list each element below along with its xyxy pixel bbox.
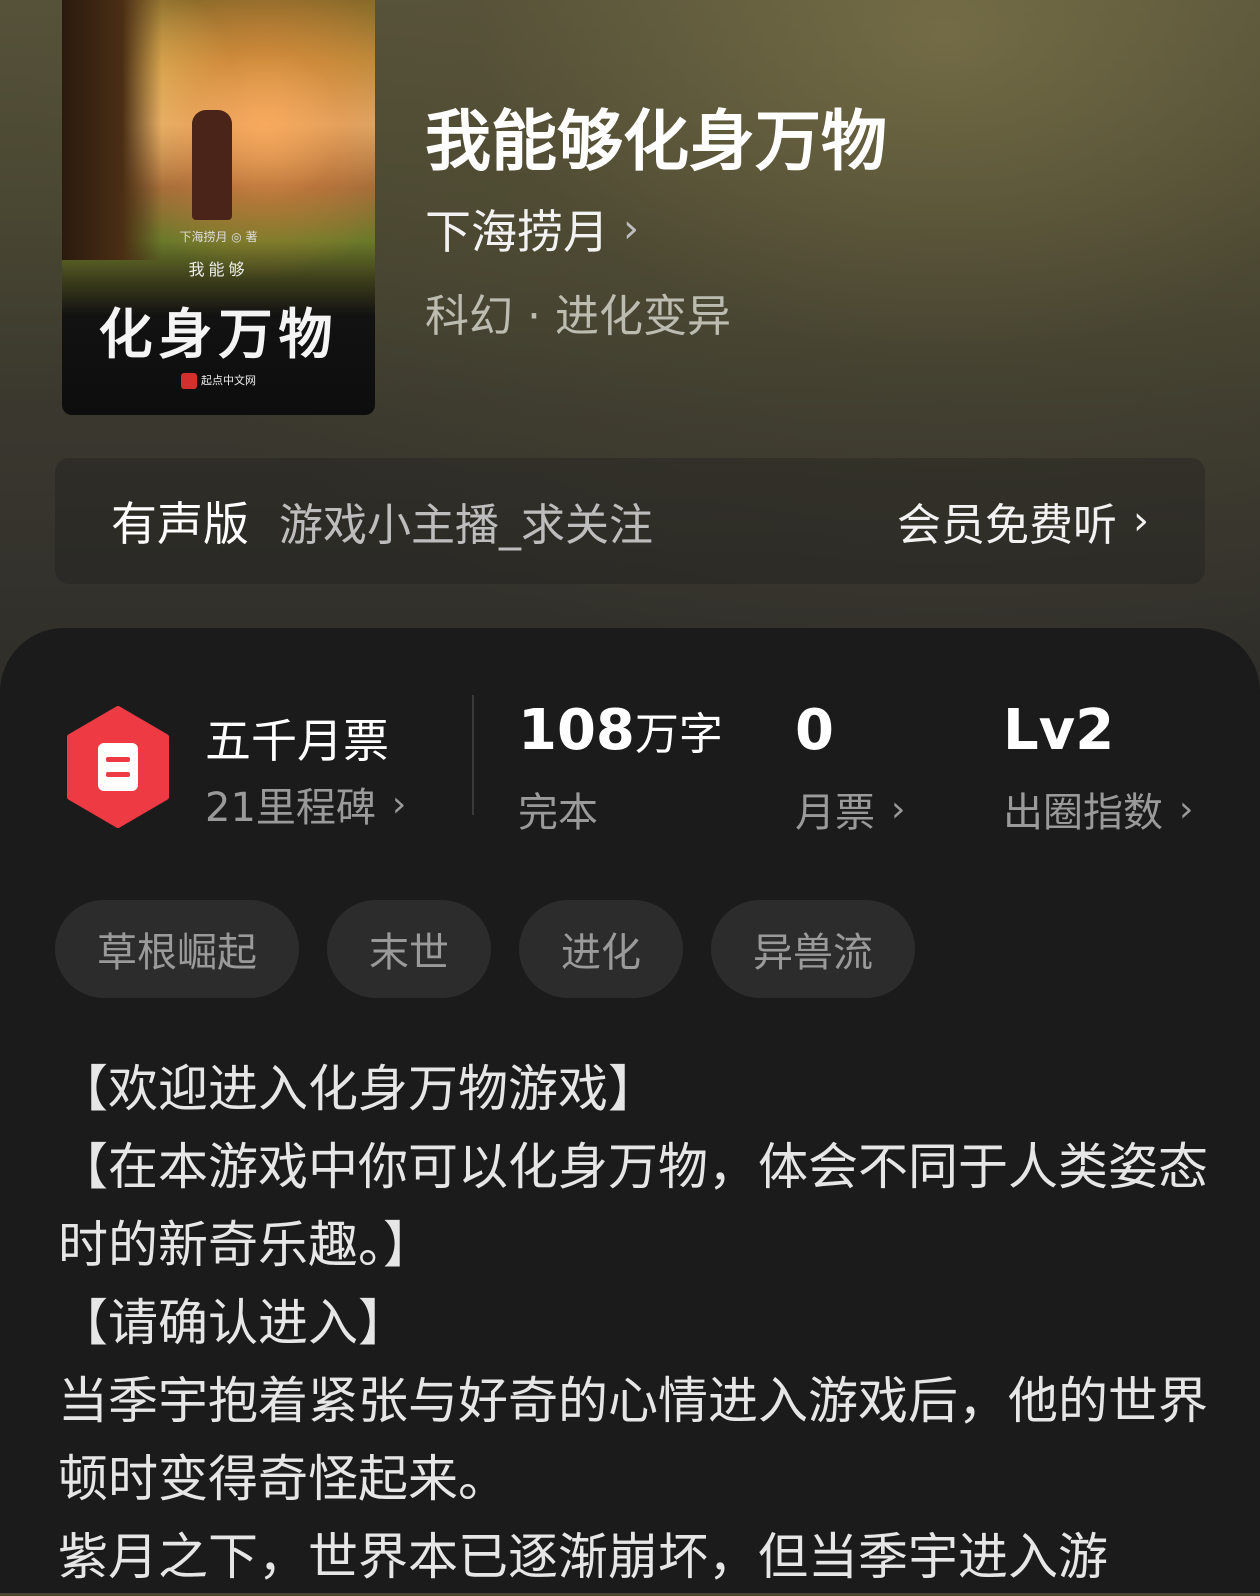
word-count: 108万字 bbox=[518, 698, 723, 763]
synopsis-line: 紫月之下，世界本已逐渐崩坏，但当季宇进入游 bbox=[58, 1528, 1108, 1586]
author-name: 下海捞月 bbox=[425, 205, 609, 259]
tag-chip[interactable]: 异兽流 bbox=[711, 900, 915, 998]
book-synopsis[interactable]: 【欢迎进入化身万物游戏】 【在本游戏中你可以化身万物，体会不同于人类姿态时的新奇… bbox=[58, 1050, 1208, 1596]
monthly-ticket-number: 0 bbox=[795, 698, 834, 763]
milestone-label: 21里程碑 bbox=[205, 785, 376, 831]
completion-status: 完本 bbox=[518, 790, 598, 836]
cover-small-title: 我能够 bbox=[188, 260, 249, 279]
popularity-index-link[interactable]: 出圈指数 › bbox=[1003, 780, 1193, 838]
listen-free-label: 会员免费听 bbox=[897, 500, 1117, 551]
tag-chip[interactable]: 草根崛起 bbox=[55, 900, 299, 998]
book-title: 我能够化身万物 bbox=[425, 102, 887, 180]
book-cover[interactable]: 下海捞月 ◎ 著 我能够 化身万物 起点中文网 bbox=[62, 0, 375, 415]
publisher-logo-icon bbox=[181, 373, 197, 389]
chevron-right-icon: › bbox=[1179, 788, 1194, 830]
ticket-title: 五千月票 bbox=[205, 714, 389, 768]
author-link[interactable]: 下海捞月 › bbox=[425, 196, 639, 262]
chevron-right-icon: › bbox=[891, 788, 906, 830]
audio-narrator: 游戏小主播_求关注 bbox=[279, 500, 653, 551]
tag-list: 草根崛起 末世 进化 异兽流 bbox=[55, 900, 915, 998]
cover-publisher: 起点中文网 bbox=[62, 372, 375, 389]
cover-publisher-name: 起点中文网 bbox=[201, 374, 256, 387]
cover-figure bbox=[192, 110, 232, 220]
word-count-unit: 万字 bbox=[634, 709, 723, 760]
synopsis-line: 【在本游戏中你可以化身万物，体会不同于人类姿态时的新奇乐趣。】 bbox=[58, 1138, 1208, 1274]
audio-label: 有声版 bbox=[111, 497, 249, 551]
chevron-right-icon: › bbox=[623, 206, 639, 252]
tag-chip[interactable]: 末世 bbox=[327, 900, 491, 998]
popularity-level-value: Lv2 bbox=[1003, 698, 1115, 763]
popularity-level: Lv2 bbox=[1003, 698, 1114, 763]
popularity-index-label: 出圈指数 bbox=[1003, 790, 1163, 836]
cover-author-line: 下海捞月 ◎ 著 bbox=[179, 230, 258, 244]
word-count-number: 108 bbox=[518, 698, 635, 763]
chevron-right-icon: › bbox=[1133, 498, 1149, 544]
listen-free-button[interactable]: 会员免费听 › bbox=[897, 489, 1149, 553]
synopsis-line: 当季宇抱着紧张与好奇的心情进入游戏后，他的世界顿时变得奇怪起来。 bbox=[58, 1372, 1208, 1508]
synopsis-line: 【请确认进入】 bbox=[58, 1294, 408, 1352]
monthly-ticket-label: 月票 bbox=[795, 790, 875, 836]
stats-divider bbox=[472, 695, 474, 815]
cover-big-title: 化身万物 bbox=[98, 302, 339, 366]
cover-tree bbox=[62, 0, 162, 260]
monthly-ticket-link[interactable]: 月票 › bbox=[795, 780, 905, 838]
tag-chip[interactable]: 进化 bbox=[519, 900, 683, 998]
audio-version-bar[interactable]: 有声版 游戏小主播_求关注 会员免费听 › bbox=[55, 458, 1205, 584]
monthly-ticket-count: 0 bbox=[795, 698, 834, 763]
milestone-link[interactable]: 21里程碑 › bbox=[205, 775, 406, 833]
synopsis-line: 【欢迎进入化身万物游戏】 bbox=[58, 1060, 658, 1118]
monthly-ticket-icon[interactable] bbox=[62, 705, 174, 829]
book-genre: 科幻 · 进化变异 bbox=[425, 291, 731, 342]
chevron-right-icon: › bbox=[391, 783, 407, 825]
